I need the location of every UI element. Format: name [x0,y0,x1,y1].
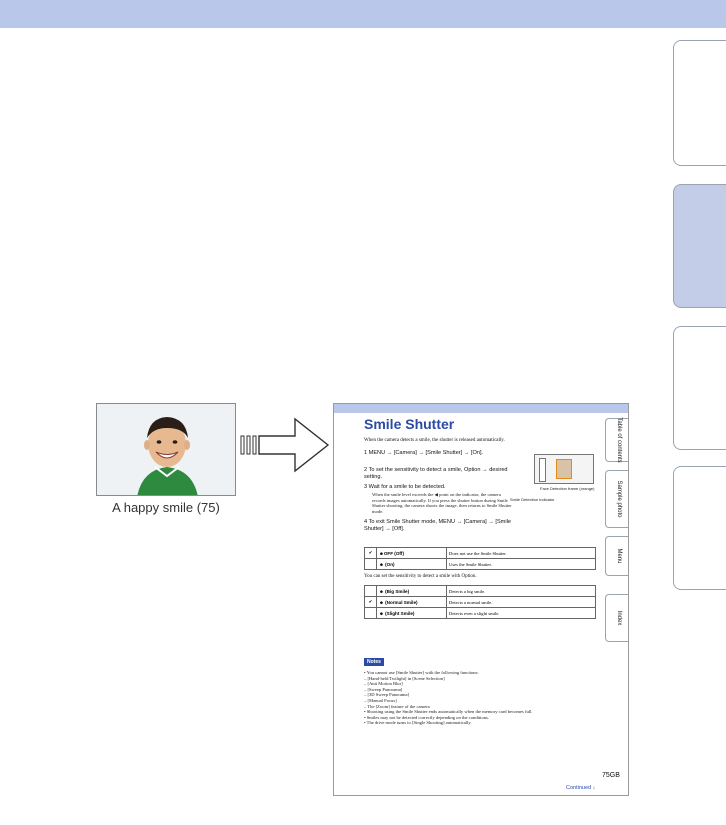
step-3: 3 Wait for a smile to be detected. [364,484,446,490]
check-icon [364,558,377,570]
step-3-detail: When the smile level exceeds the ◀ point… [372,492,512,514]
photo-caption: A happy smile (75) [112,500,220,515]
camera-screen-illustration [534,454,594,484]
side-tab-2-active[interactable] [673,184,726,308]
mini-tab-contents[interactable]: Table of contents [605,417,628,463]
side-tab-3[interactable] [673,326,726,450]
option-label: ☻OFF (Off) [376,547,447,559]
arrow-right-icon [240,417,330,473]
notes-badge: Notes [364,658,384,666]
table-row: ✔ ☻OFF (Off) Does not use the Smile Shut… [364,547,596,559]
table-row: ☻ (Big Smile) Detects a big smile. [364,585,596,597]
check-icon [364,607,377,619]
intro-text: When the camera detects a smile, the shu… [364,438,505,443]
notes-list: • You cannot use [Smile Shutter] with th… [364,670,598,726]
sample-photo[interactable] [96,403,236,496]
page-preview[interactable]: Smile Shutter When the camera detects a … [333,403,629,796]
option-desc: Detects a normal smile. [446,596,596,608]
smile-shutter-table: ✔ ☻OFF (Off) Does not use the Smile Shut… [364,547,596,570]
page-title: Smile Shutter [364,416,455,432]
step-4: 4 To exit Smile Shutter mode, MENU → [Ca… [364,519,511,532]
list-item: • The drive mode turns to [Single Shooti… [364,720,472,726]
smile-indicator-icon [539,458,546,482]
table-row: ☻ (Slight Smile) Detects even a slight s… [364,607,596,619]
page-number: 75GB [602,772,620,779]
mini-tab-menu[interactable]: Menu [605,536,628,576]
table-row: ☻ (On) Uses the Smile Shutter. [364,558,596,570]
header-bar [0,0,726,28]
sensitivity-table: ☻ (Big Smile) Detects a big smile. ✔ ☻ (… [364,585,596,619]
check-icon: ✔ [364,596,377,608]
side-tab-4[interactable] [673,466,726,590]
option-desc: Detects a big smile. [446,585,596,597]
face-frame-icon [556,459,572,479]
check-icon: ✔ [364,547,377,559]
option-desc: Detects even a slight smile. [446,607,596,619]
step-2: 2 To set the sensitivity to detect a smi… [364,467,508,480]
smile-indicator-label: Smile Detection Indicator [510,497,555,502]
option-label: ☻ (On) [376,558,447,570]
option-desc: Uses the Smile Shutter. [446,558,596,570]
side-tab-1[interactable] [673,40,726,166]
continued-link[interactable]: Continued ↓ [566,785,595,791]
option-desc: Does not use the Smile Shutter. [446,547,596,559]
check-icon [364,585,377,597]
step-1: 1 MENU → [Camera] → [Smile Shutter] → [O… [364,450,484,456]
option-label: ☻ (Normal Smile) [376,596,447,608]
face-frame-label: Face Detection frame (orange) [540,486,595,491]
mini-tab-index[interactable]: Index [605,594,628,642]
option-label: ☻ (Slight Smile) [376,607,447,619]
option-label: ☻ (Big Smile) [376,585,447,597]
option-intro-text: You can set the sensitivity to detect a … [364,574,477,579]
table-row: ✔ ☻ (Normal Smile) Detects a normal smil… [364,596,596,608]
mini-tab-sample-photo[interactable]: Sample photo [605,470,628,528]
smiling-child-image [97,404,235,495]
page-header-band [334,404,628,413]
